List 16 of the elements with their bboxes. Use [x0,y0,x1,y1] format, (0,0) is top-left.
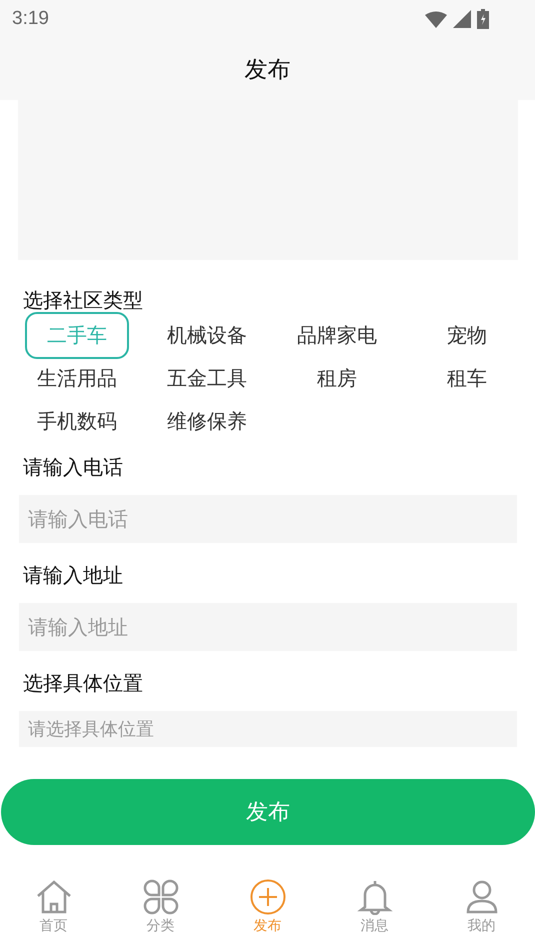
input-field[interactable]: 请选择具体位置 [19,711,517,747]
add-icon [250,879,286,915]
wifi-icon [425,10,447,28]
input-field[interactable]: 请输入电话 [19,495,517,543]
page-title: 发布 [244,56,290,84]
bell-icon [356,879,392,915]
status-time: 3:19 [12,8,49,30]
signal-icon [453,10,471,28]
field-label: 请输入地址 [23,562,124,589]
field-label: 选择具体位置 [23,670,144,697]
home-icon [36,879,72,915]
category-icon [142,879,178,915]
field-label: 请输入电话 [23,454,124,481]
section-label: 选择社区类型 [23,287,144,314]
input-field[interactable]: 请输入地址 [19,603,517,651]
battery-icon [477,9,489,29]
